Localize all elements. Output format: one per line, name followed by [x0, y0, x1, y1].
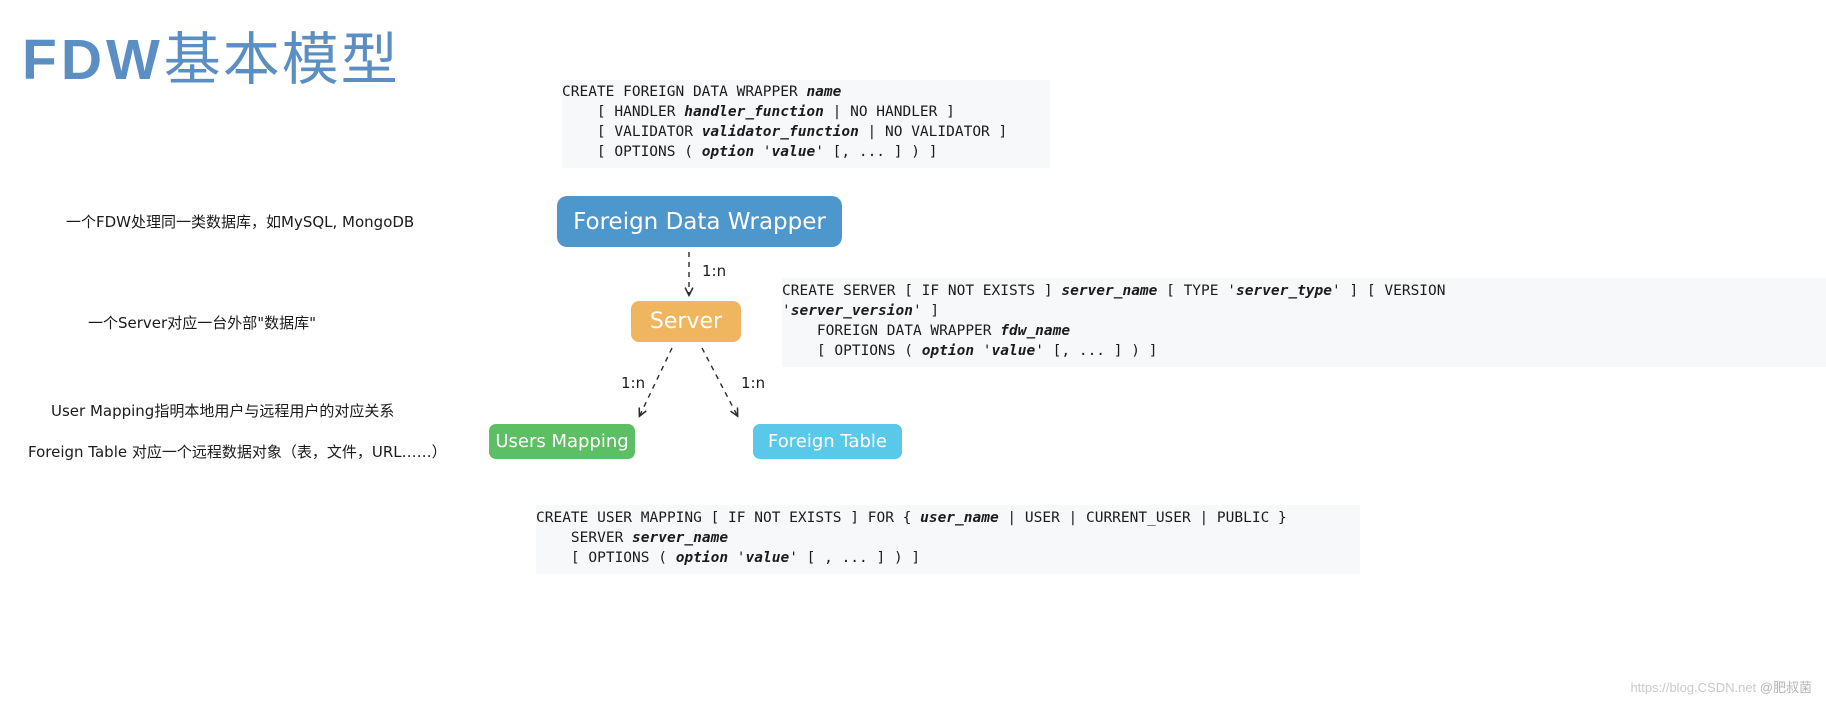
code-line: [ OPTIONS ( option 'value' [, ... ] ) ] — [562, 144, 938, 160]
watermark-author: @肥叔菌 — [1759, 680, 1812, 695]
code-placeholder: option — [701, 144, 755, 160]
code-block-create-user-mapping: CREATE USER MAPPING [ IF NOT EXISTS ] FO… — [536, 505, 1360, 574]
code-line: [ VALIDATOR validator_function | NO VALI… — [562, 124, 1008, 140]
watermark-url: https://blog.CSDN.net — [1630, 680, 1757, 695]
code-placeholder: option — [921, 343, 975, 359]
page-title: FDW基本模型 — [22, 14, 400, 96]
node-label: Foreign Data Wrapper — [573, 208, 826, 235]
node-label: Users Mapping — [495, 431, 629, 452]
code-placeholder: option — [675, 550, 729, 566]
arrow-server-to-foreign-table — [701, 347, 737, 415]
page-title-latin: FDW — [22, 28, 164, 92]
code-line: CREATE FOREIGN DATA WRAPPER name — [562, 84, 842, 100]
code-line: 'server_version' ] — [782, 303, 940, 319]
code-placeholder: handler_function — [684, 104, 824, 120]
edge-label-fdw-to-server: 1:n — [702, 262, 727, 280]
code-placeholder: user_name — [920, 510, 999, 526]
note-server: 一个Server对应一台外部"数据库" — [88, 314, 316, 332]
slide-canvas: FDW基本模型 CREATE FOREIGN DATA WRAPPER name… — [0, 0, 1826, 704]
code-block-create-server: CREATE SERVER [ IF NOT EXISTS ] server_n… — [782, 278, 1826, 367]
note-foreign-data-wrapper: 一个FDW处理同一类数据库，如MySQL, MongoDB — [66, 213, 415, 231]
code-line: [ HANDLER handler_function | NO HANDLER … — [562, 104, 955, 120]
code-placeholder: server_name — [1061, 283, 1158, 299]
code-placeholder: value — [771, 144, 816, 160]
code-line: [ OPTIONS ( option 'value' [ , ... ] ) ] — [536, 550, 921, 566]
code-line: CREATE USER MAPPING [ IF NOT EXISTS ] FO… — [536, 510, 1287, 526]
node-label: Foreign Table — [768, 431, 887, 452]
page-title-cjk: 基本模型 — [163, 27, 400, 93]
code-line: SERVER server_name — [536, 530, 729, 546]
node-foreign-data-wrapper[interactable]: Foreign Data Wrapper — [557, 196, 842, 247]
note-users-mapping: User Mapping指明本地用户与远程用户的对应关系 — [51, 402, 395, 420]
code-placeholder: name — [806, 84, 842, 100]
code-line: CREATE SERVER [ IF NOT EXISTS ] server_n… — [782, 283, 1446, 299]
code-placeholder: validator_function — [701, 124, 859, 140]
node-server[interactable]: Server — [631, 301, 741, 342]
code-line: FOREIGN DATA WRAPPER fdw_name — [782, 323, 1071, 339]
node-users-mapping[interactable]: Users Mapping — [489, 424, 635, 459]
code-placeholder: server_type — [1235, 283, 1332, 299]
code-line: [ OPTIONS ( option 'value' [, ... ] ) ] — [782, 343, 1158, 359]
code-placeholder: fdw_name — [1000, 323, 1071, 339]
code-placeholder: server_name — [632, 530, 729, 546]
node-foreign-table[interactable]: Foreign Table — [753, 424, 902, 459]
node-label: Server — [649, 309, 723, 334]
code-placeholder: value — [745, 550, 790, 566]
note-foreign-table: Foreign Table 对应一个远程数据对象（表，文件，URL……） — [28, 443, 447, 461]
code-placeholder: server_version — [790, 303, 913, 319]
watermark: https://blog.CSDN.net @肥叔菌 — [1630, 677, 1812, 696]
edge-label-server-to-users-mapping: 1:n — [621, 374, 646, 392]
edge-label-server-to-foreign-table: 1:n — [741, 374, 766, 392]
code-block-create-foreign-data-wrapper: CREATE FOREIGN DATA WRAPPER name [ HANDL… — [562, 80, 1050, 168]
code-placeholder: value — [991, 343, 1036, 359]
